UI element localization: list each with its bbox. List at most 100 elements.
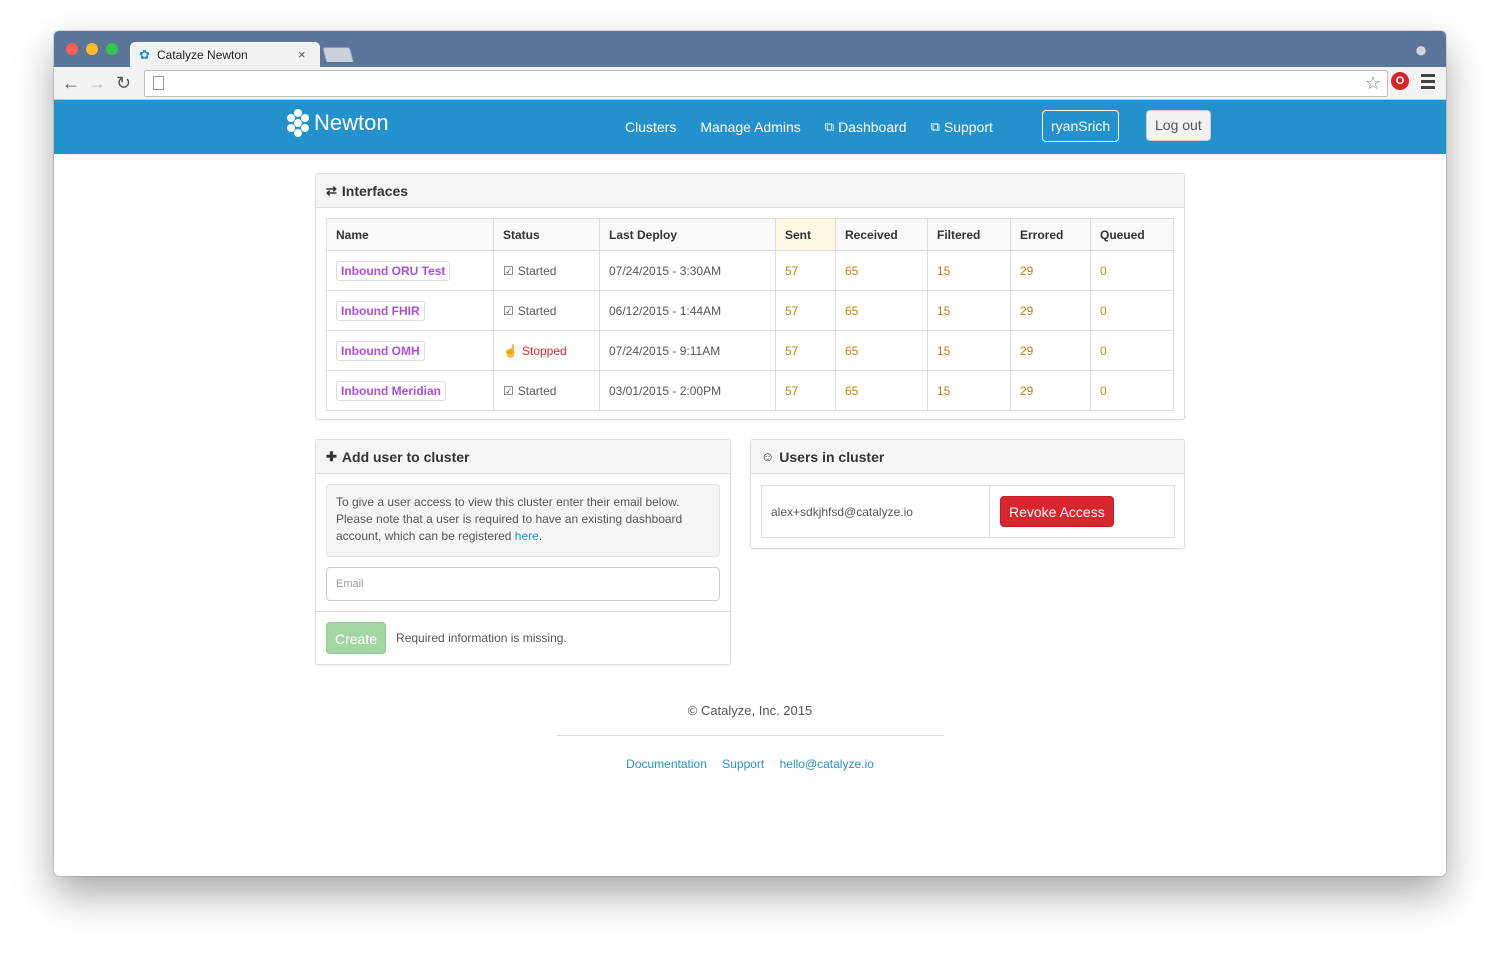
status-cell: ☑ Started: [503, 304, 556, 318]
interfaces-panel: ⇄ Interfaces Name Status Last Deploy Sen…: [315, 173, 1185, 420]
table-row: Inbound ORU Test ☑ Started 07/24/2015 - 3…: [326, 250, 1174, 291]
interfaces-table: Name Status Last Deploy Sent Received Fi…: [326, 218, 1174, 411]
col-sent[interactable]: Sent: [775, 218, 836, 251]
external-link-icon: ⧉: [930, 119, 940, 134]
status-text: Started: [517, 383, 557, 398]
status-cell: ☝ Stopped: [503, 344, 567, 358]
interface-name-link[interactable]: Inbound OMH: [336, 340, 425, 361]
add-user-info: To give a user access to view this clust…: [326, 484, 720, 557]
reload-icon[interactable]: ↻: [116, 72, 131, 94]
browser-menu-icon[interactable]: [1421, 74, 1435, 92]
nav-support[interactable]: ⧉ Support: [931, 119, 993, 135]
newton-logo-icon: [287, 109, 309, 137]
external-link-icon: ⧉: [824, 119, 835, 134]
queued-cell: 0: [1090, 250, 1174, 291]
last-deploy-cell: 07/24/2015 - 3:30AM: [599, 250, 776, 291]
register-here-link[interactable]: here: [515, 529, 539, 543]
user-button[interactable]: ryanSrich: [1042, 110, 1120, 142]
nav-clusters[interactable]: Clusters: [625, 119, 676, 135]
close-window-button[interactable]: [66, 43, 78, 55]
errored-cell: 29: [1010, 290, 1091, 331]
received-cell: 65: [835, 330, 928, 371]
users-title: Users in cluster: [779, 448, 885, 465]
interface-name-link[interactable]: Inbound Meridian: [336, 380, 446, 401]
col-queued[interactable]: Queued: [1090, 218, 1174, 251]
tab-close-icon[interactable]: ×: [298, 47, 306, 62]
add-user-panel: ✚ Add user to cluster To give a user acc…: [315, 439, 731, 665]
incognito-icon: ●: [1414, 37, 1428, 62]
add-user-footer: Create Required information is missing.: [316, 611, 730, 664]
last-deploy-cell: 07/24/2015 - 9:11AM: [599, 330, 776, 371]
queued-cell: 0: [1090, 290, 1174, 331]
nav-manage-admins[interactable]: Manage Admins: [700, 119, 800, 135]
table-row: Inbound Meridian ☑ Started 03/01/2015 - 2…: [326, 370, 1174, 411]
col-last-deploy[interactable]: Last Deploy: [599, 218, 776, 251]
filtered-cell: 15: [927, 250, 1011, 291]
address-bar[interactable]: ☆: [144, 70, 1388, 97]
last-deploy-cell: 03/01/2015 - 2:00PM: [599, 370, 776, 411]
forward-arrow-icon[interactable]: →: [88, 72, 106, 94]
brand-name: Newton: [314, 110, 389, 135]
errored-cell: 29: [1010, 370, 1091, 411]
checkbox-icon: ☑: [503, 263, 514, 278]
tab-title: Catalyze Newton: [157, 47, 248, 62]
last-deploy-cell: 06/12/2015 - 1:44AM: [599, 290, 776, 331]
status-cell: ☑ Started: [503, 384, 556, 398]
nav-support-label: Support: [943, 119, 993, 135]
extension-icon[interactable]: O: [1391, 72, 1409, 90]
validation-message: Required information is missing.: [396, 631, 567, 645]
footer-links: Documentation Support hello@catalyze.io: [54, 757, 1446, 771]
add-user-heading: ✚ Add user to cluster: [316, 440, 730, 474]
minimize-window-button[interactable]: [86, 43, 98, 55]
table-row: Inbound FHIR ☑ Started 06/12/2015 - 1:44A…: [326, 290, 1174, 331]
users-table: alex+sdkjhfsd@catalyze.io Revoke Access: [761, 485, 1175, 538]
interfaces-title: Interfaces: [341, 182, 409, 199]
add-user-title: Add user to cluster: [341, 448, 470, 465]
col-received[interactable]: Received: [835, 218, 928, 251]
zoom-window-button[interactable]: [106, 43, 118, 55]
status-text: Started: [517, 263, 557, 278]
status-cell: ☑ Started: [503, 264, 556, 278]
interface-name-link[interactable]: Inbound FHIR: [336, 300, 425, 321]
filtered-cell: 15: [927, 290, 1011, 331]
logout-button[interactable]: Log out: [1146, 110, 1211, 141]
footer-email-link[interactable]: hello@catalyze.io: [780, 757, 874, 771]
catalyze-favicon-icon: ✿: [139, 46, 150, 62]
browser-titlebar: ✿ Catalyze Newton × ●: [54, 31, 1446, 68]
received-cell: 65: [835, 250, 928, 291]
footer-divider: [557, 735, 944, 736]
create-button[interactable]: Create: [326, 622, 387, 654]
browser-toolbar: ← → ↻ ☆ O: [54, 67, 1446, 100]
new-tab-button[interactable]: [321, 47, 355, 62]
back-arrow-icon[interactable]: ←: [62, 72, 80, 94]
footer-support-link[interactable]: Support: [722, 757, 764, 771]
interface-name-link[interactable]: Inbound ORU Test: [336, 260, 451, 281]
queued-cell: 0: [1090, 370, 1174, 411]
footer-documentation-link[interactable]: Documentation: [626, 757, 707, 771]
email-field[interactable]: Email: [326, 567, 720, 601]
checkbox-icon: ☑: [503, 303, 514, 318]
smiley-icon: ☺: [761, 449, 775, 464]
col-status[interactable]: Status: [493, 218, 600, 251]
errored-cell: 29: [1010, 330, 1091, 371]
brand[interactable]: Newton: [287, 109, 389, 137]
col-filtered[interactable]: Filtered: [927, 218, 1011, 251]
checkbox-icon: ☑: [503, 383, 514, 398]
nav-dashboard-label: Dashboard: [838, 119, 907, 135]
table-row: Inbound OMH ☝ Stopped 07/24/2015 - 9:11AM…: [326, 330, 1174, 371]
nav-dashboard[interactable]: ⧉ Dashboard: [825, 119, 907, 135]
users-panel: ☺ Users in cluster alex+sdkjhfsd@catalyz…: [750, 439, 1185, 549]
user-email: alex+sdkjhfsd@catalyze.io: [762, 486, 990, 537]
received-cell: 65: [835, 290, 928, 331]
stop-hand-icon: ☝: [503, 343, 518, 358]
plus-icon: ✚: [326, 448, 337, 464]
col-errored[interactable]: Errored: [1010, 218, 1091, 251]
revoke-access-button[interactable]: Revoke Access: [1000, 496, 1114, 527]
users-heading: ☺ Users in cluster: [751, 440, 1184, 474]
col-name[interactable]: Name: [326, 218, 494, 251]
bookmark-star-icon[interactable]: ☆: [1365, 73, 1381, 94]
sent-cell: 57: [775, 330, 836, 371]
tab-content[interactable]: ✿ Catalyze Newton: [139, 42, 319, 67]
browser-window: ✿ Catalyze Newton × ● ← → ↻ ☆ O Newton C…: [54, 31, 1446, 876]
received-cell: 65: [835, 370, 928, 411]
